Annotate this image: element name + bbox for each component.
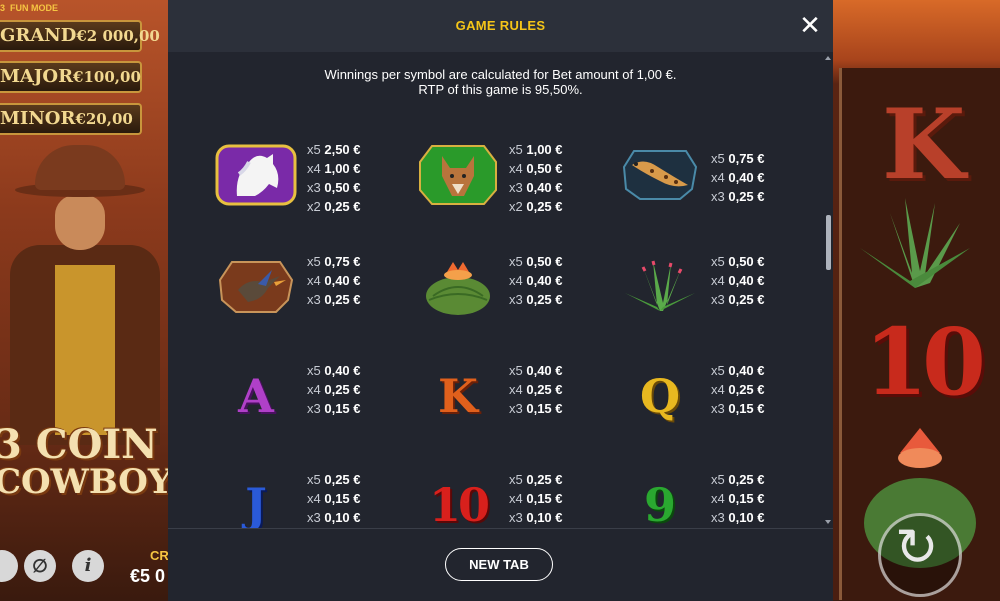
agave-icon <box>860 198 970 288</box>
paytable: x5 1,00 € x4 0,50 € x3 0,40 € x2 0,25 € <box>509 142 563 214</box>
paytable: x5 0,75 € x4 0,40 € x3 0,25 € <box>711 151 765 204</box>
game-background-left: 3 FUN MODE GRAND€2 000,00 MAJOR€100,00 M… <box>0 0 168 600</box>
agave-icon <box>618 252 702 322</box>
symbol-cell-coyote: x5 1,00 € x4 0,50 € x3 0,40 € x2 0,25 € <box>416 140 616 230</box>
letter-j-icon: J <box>245 478 267 528</box>
paytable: x5 2,50 € x4 1,00 € x3 0,50 € x2 0,25 € <box>307 142 361 214</box>
lizard-icon <box>618 140 702 210</box>
spin-button[interactable] <box>878 513 962 597</box>
paytable: x5 0,25 € x4 0,15 € x3 0,10 € <box>307 472 361 525</box>
number-9-icon: 9 <box>643 478 676 528</box>
credit-label: CR <box>150 548 168 563</box>
symbol-cell-q: Q x5 0,40 € x4 0,25 € x3 0,15 € <box>618 361 818 451</box>
scroll-down-arrow-icon[interactable] <box>825 520 831 524</box>
credit-value: €5 0 <box>130 566 166 586</box>
paytable: x5 0,75 € x4 0,40 € x3 0,25 € <box>307 254 361 307</box>
white-horse-icon <box>214 140 298 210</box>
letter-k-icon: K <box>438 369 478 423</box>
letter-q-icon: Q <box>639 369 681 423</box>
symbol-cell-white-horse: x5 2,50 € x4 1,00 € x3 0,50 € x2 0,25 € <box>214 140 414 230</box>
symbol-cell-j: J x5 0,25 € x4 0,15 € x3 0,10 € <box>214 470 414 528</box>
paytable: x5 0,25 € x4 0,15 € x3 0,10 € <box>509 472 563 525</box>
symbol-cell-lizard: x5 0,75 € x4 0,40 € x3 0,25 € <box>618 140 818 230</box>
symbol-cell-barrel-cactus: x5 0,50 € x4 0,40 € x3 0,25 € <box>416 252 616 342</box>
paytable: x5 0,25 € x4 0,15 € x3 0,10 € <box>711 472 765 525</box>
jackpot-minor: MINOR€20,00 <box>0 103 142 135</box>
mute-icon[interactable]: ∅ <box>24 550 56 582</box>
rules-content[interactable]: Winnings per symbol are calculated for B… <box>168 52 833 528</box>
scroll-up-arrow-icon[interactable] <box>825 56 831 60</box>
symbol-cell-9: 9 x5 0,25 € x4 0,15 € x3 0,10 € <box>618 470 818 528</box>
modal-header: GAME RULES ✕ <box>168 0 833 52</box>
symbol-cell-k: K x5 0,40 € x4 0,25 € x3 0,15 € <box>416 361 616 451</box>
reel-symbol-k: K <box>882 88 966 201</box>
intro-text: Winnings per symbol are calculated for B… <box>324 67 677 97</box>
jackpot-major: MAJOR€100,00 <box>0 61 142 93</box>
modal-title: GAME RULES <box>455 18 546 33</box>
symbol-cell-a: A x5 0,40 € x4 0,25 € x3 0,15 € <box>214 361 414 451</box>
paytable: x5 0,50 € x4 0,40 € x3 0,25 € <box>509 254 563 307</box>
symbol-cell-roadrunner: x5 0,75 € x4 0,40 € x3 0,25 € <box>214 252 414 342</box>
paytable: x5 0,50 € x4 0,40 € x3 0,25 € <box>711 254 765 307</box>
paytable: x5 0,40 € x4 0,25 € x3 0,15 € <box>307 363 361 416</box>
modal-footer: NEW TAB <box>168 528 833 601</box>
symbol-cell-10: 10 x5 0,25 € x4 0,15 € x3 0,10 € <box>416 470 616 528</box>
letter-a-icon: A <box>238 369 274 423</box>
scrollbar[interactable] <box>825 56 831 526</box>
number-10-icon: 10 <box>428 478 490 528</box>
roadrunner-icon <box>214 252 298 322</box>
reel-symbol-10: 10 <box>864 308 986 416</box>
sound-button[interactable] <box>0 550 18 582</box>
game-rules-modal: GAME RULES ✕ Winnings per symbol are cal… <box>168 0 833 601</box>
cowboy-character <box>10 145 160 445</box>
paytable: x5 0,40 € x4 0,25 € x3 0,15 € <box>711 363 765 416</box>
game-background-right: K 10 <box>833 0 1000 600</box>
paytable: x5 0,40 € x4 0,25 € x3 0,15 € <box>509 363 563 416</box>
barrel-cactus-icon <box>416 252 500 322</box>
new-tab-button[interactable]: NEW TAB <box>445 548 553 581</box>
coyote-icon <box>416 140 500 210</box>
symbol-cell-agave: x5 0,50 € x4 0,40 € x3 0,25 € <box>618 252 818 342</box>
jackpot-grand: GRAND€2 000,00 <box>0 20 160 52</box>
fun-mode-label: 3 FUN MODE <box>0 3 59 13</box>
game-logo: 3 COIN COWBOY <box>0 421 168 502</box>
info-icon[interactable]: i <box>72 550 104 582</box>
scroll-thumb[interactable] <box>826 215 831 270</box>
close-icon[interactable]: ✕ <box>798 12 822 38</box>
